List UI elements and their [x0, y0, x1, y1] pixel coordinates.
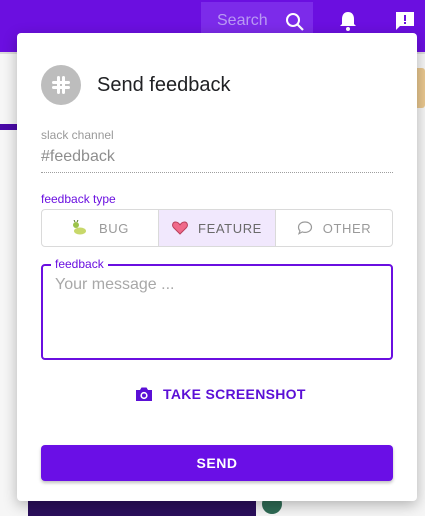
- speech-bubble-icon: [297, 221, 312, 235]
- feedback-label: feedback: [51, 257, 108, 271]
- send-label: SEND: [196, 455, 238, 471]
- bell-icon[interactable]: [338, 10, 358, 32]
- camera-icon: [136, 387, 152, 401]
- send-button[interactable]: SEND: [41, 445, 393, 481]
- feedback-type-feature-label: FEATURE: [198, 220, 262, 236]
- feedback-type-bug-label: BUG: [99, 220, 129, 236]
- feedback-type-other[interactable]: OTHER: [276, 210, 392, 246]
- bug-icon: [73, 220, 86, 235]
- feedback-icon[interactable]: [394, 10, 416, 32]
- take-screenshot-button[interactable]: TAKE SCREENSHOT: [135, 383, 306, 405]
- feedback-dialog: Send feedback slack channel #feedback fe…: [17, 33, 417, 501]
- slack-channel-label: slack channel: [41, 128, 114, 142]
- heart-icon: [172, 221, 188, 235]
- slack-logo-icon: [41, 65, 81, 105]
- feedback-type-bug[interactable]: BUG: [42, 210, 159, 246]
- take-screenshot-label: TAKE SCREENSHOT: [163, 386, 306, 402]
- feedback-type-toggle: BUG FEATURE OTHER: [41, 209, 393, 247]
- feedback-type-feature[interactable]: FEATURE: [159, 210, 276, 246]
- background-strip: [0, 124, 18, 130]
- slack-channel-underline: [41, 172, 393, 173]
- feedback-placeholder: Your message ...: [55, 276, 175, 293]
- slack-channel-field: #feedback: [41, 148, 115, 165]
- feedback-type-other-label: OTHER: [322, 220, 372, 236]
- search-placeholder: Search: [217, 12, 268, 29]
- feedback-type-label: feedback type: [41, 192, 116, 206]
- background-panel: [28, 500, 256, 516]
- search-icon[interactable]: [285, 12, 305, 32]
- dialog-title: Send feedback: [97, 74, 231, 96]
